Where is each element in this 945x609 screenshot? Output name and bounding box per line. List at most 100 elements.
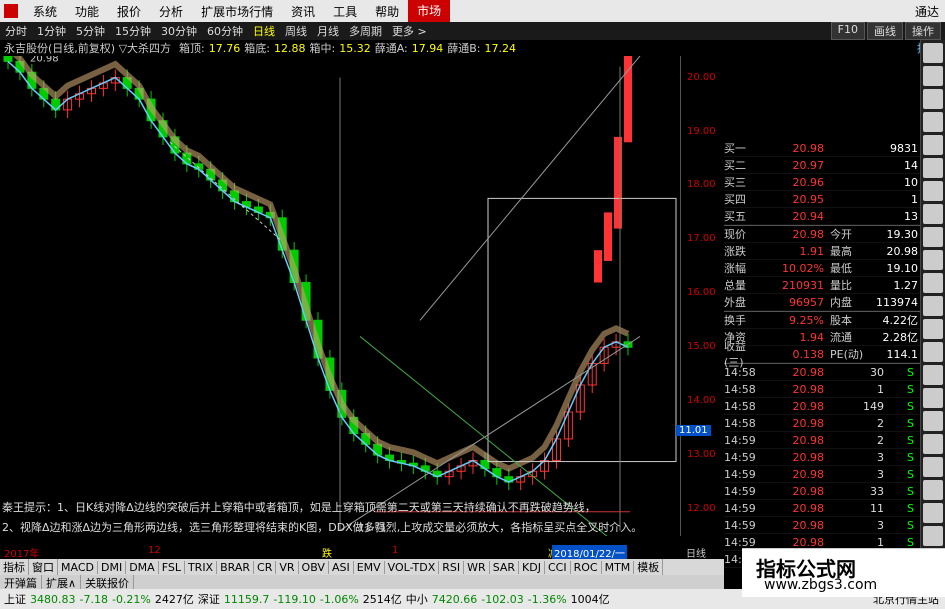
trade-row[interactable]: 14:58 20.98 30 S xyxy=(724,364,920,381)
indicator-tab-9[interactable]: VR xyxy=(276,560,299,574)
toolbar-button-icon[interactable] xyxy=(923,480,943,500)
stat-row[interactable]: 涨幅 10.02% 最低 19.10 xyxy=(724,260,920,277)
sub-tab-1[interactable]: 扩展∧ xyxy=(42,575,82,590)
toolbar-button-icon[interactable] xyxy=(923,457,943,477)
trade-row[interactable]: 14:59 20.98 3 S xyxy=(724,466,920,483)
toolbar-button-icon[interactable] xyxy=(923,43,943,63)
period-5[interactable]: 60分钟 xyxy=(202,23,248,39)
indicator-tab-16[interactable]: SAR xyxy=(490,560,520,574)
stat-row[interactable]: 现价 20.98 今开 19.30 xyxy=(724,226,920,243)
period-9[interactable]: 多周期 xyxy=(344,23,387,39)
menu-item-2[interactable]: 报价 xyxy=(108,3,150,20)
toolbar-button-icon[interactable] xyxy=(923,135,943,155)
indicator-tab-18[interactable]: CCI xyxy=(545,560,571,574)
indicator-tab-1[interactable]: 窗口 xyxy=(29,559,58,575)
toolbar-button-icon[interactable] xyxy=(923,388,943,408)
toolbar-tab-0[interactable]: F10 xyxy=(830,22,865,40)
signal-mark-die: 跌 xyxy=(322,549,332,560)
candle-body-surge xyxy=(604,212,612,261)
period-4[interactable]: 30分钟 xyxy=(156,23,202,39)
trade-row[interactable]: 14:59 20.98 11 S xyxy=(724,500,920,517)
indicator-tab-11[interactable]: ASI xyxy=(329,560,354,574)
bid-row[interactable]: 买一 20.98 9831 xyxy=(724,140,920,157)
indicator-tab-2[interactable]: MACD xyxy=(58,560,98,574)
menu-right[interactable]: 通达 xyxy=(915,3,945,20)
sub-tab-0[interactable]: 开弹篇 xyxy=(0,575,42,590)
toolbar-button-icon[interactable] xyxy=(923,89,943,109)
menu-item-8[interactable]: 市场 xyxy=(408,0,451,22)
menu-item-5[interactable]: 资讯 xyxy=(282,3,324,20)
toolbar-button-icon[interactable] xyxy=(923,319,943,339)
indicator-tab-7[interactable]: BRAR xyxy=(217,560,255,574)
trade-row[interactable]: 14:59 20.98 33 S xyxy=(724,483,920,500)
indicator-tab-19[interactable]: ROC xyxy=(571,560,602,574)
trade-row[interactable]: 14:59 20.98 3 S xyxy=(724,449,920,466)
toolbar-button-icon[interactable] xyxy=(923,66,943,86)
toolbar-tab-1[interactable]: 画线 xyxy=(867,22,903,40)
stat-value-b: 20.98 xyxy=(886,244,919,258)
trade-row[interactable]: 14:58 20.98 149 S xyxy=(724,398,920,415)
indicator-tab-0[interactable]: 指标 xyxy=(0,559,29,575)
menu-item-7[interactable]: 帮助 xyxy=(366,3,408,20)
trade-row[interactable]: 14:58 20.98 1 S xyxy=(724,381,920,398)
fund-row[interactable]: 收益(三) 0.138 PE(动) 114.1 xyxy=(724,340,920,369)
toolbar-tab-2[interactable]: 操作 xyxy=(905,22,941,40)
indicator-tab-13[interactable]: VOL-TDX xyxy=(385,560,440,574)
indicator-tab-17[interactable]: KDJ xyxy=(519,560,545,574)
trade-row[interactable]: 14:58 20.98 2 S xyxy=(724,415,920,432)
stat-row[interactable]: 涨跌 1.91 最高 20.98 xyxy=(724,243,920,260)
indicator-tab-12[interactable]: EMV xyxy=(354,560,385,574)
info-bar: 永吉股份(日线,前复权) ▽大杀四方 箱顶: 17.76 箱底: 12.88 箱中: 15… xyxy=(0,40,945,56)
toolbar-button-icon[interactable] xyxy=(923,204,943,224)
toolbar-button-icon[interactable] xyxy=(923,181,943,201)
bid-row[interactable]: 买四 20.95 1 xyxy=(724,191,920,208)
period-7[interactable]: 周线 xyxy=(280,23,312,39)
bid-row[interactable]: 买五 20.94 13 xyxy=(724,208,920,225)
toolbar-button-icon[interactable] xyxy=(923,526,943,546)
toolbar-button-icon[interactable] xyxy=(923,112,943,132)
trade-row[interactable]: 14:59 20.98 3 S xyxy=(724,517,920,534)
toolbar-button-icon[interactable] xyxy=(923,227,943,247)
indicator-tab-4[interactable]: DMA xyxy=(126,560,159,574)
period-3[interactable]: 15分钟 xyxy=(110,23,156,39)
indicator-tab-21[interactable]: 模板 xyxy=(634,559,664,575)
trade-list[interactable]: 14:58 20.98 30 S 14:58 20.98 1 S 14:58 20.98 149 S 1… xyxy=(724,364,920,568)
indicator-tab-20[interactable]: MTM xyxy=(602,560,635,574)
candlestick-chart[interactable]: 20.9811.71 xyxy=(0,56,680,536)
toolbar-button-icon[interactable] xyxy=(923,296,943,316)
period-10[interactable]: 更多 > xyxy=(387,23,432,39)
stat-value-b: 19.30 xyxy=(886,227,919,241)
trade-row[interactable]: 14:59 20.98 2 S xyxy=(724,432,920,449)
period-2[interactable]: 5分钟 xyxy=(71,23,110,39)
toolbar-button-icon[interactable] xyxy=(923,273,943,293)
fund-row[interactable]: 换手 9.25% 股本 4.22亿 xyxy=(724,312,920,329)
sub-tab-2[interactable]: 关联报价 xyxy=(81,575,135,590)
bid-row[interactable]: 买二 20.97 14 xyxy=(724,157,920,174)
menu-item-3[interactable]: 分析 xyxy=(150,3,192,20)
indicator-tab-3[interactable]: DMI xyxy=(98,560,127,574)
menu-item-1[interactable]: 功能 xyxy=(66,3,108,20)
period-8[interactable]: 月线 xyxy=(312,23,344,39)
indicator-tab-6[interactable]: TRIX xyxy=(185,560,218,574)
indicator-tab-14[interactable]: RSI xyxy=(439,560,465,574)
indicator-tab-8[interactable]: CR xyxy=(254,560,277,574)
toolbar-button-icon[interactable] xyxy=(923,503,943,523)
stat-row[interactable]: 总量 210931 量比 1.27 xyxy=(724,277,920,294)
indicator-tab-5[interactable]: FSL xyxy=(159,560,185,574)
menu-item-6[interactable]: 工具 xyxy=(324,3,366,20)
period-0[interactable]: 分时 xyxy=(0,23,32,39)
menu-item-0[interactable]: 系统 xyxy=(24,3,66,20)
toolbar-button-icon[interactable] xyxy=(923,434,943,454)
indicator-tab-10[interactable]: OBV xyxy=(299,560,329,574)
toolbar-button-icon[interactable] xyxy=(923,411,943,431)
bid-row[interactable]: 买三 20.96 10 xyxy=(724,174,920,191)
period-1[interactable]: 1分钟 xyxy=(32,23,71,39)
menu-item-4[interactable]: 扩展市场行情 xyxy=(192,3,282,20)
toolbar-button-icon[interactable] xyxy=(923,365,943,385)
period-6[interactable]: 日线 xyxy=(248,23,280,39)
toolbar-button-icon[interactable] xyxy=(923,250,943,270)
toolbar-button-icon[interactable] xyxy=(923,158,943,178)
indicator-tab-15[interactable]: WR xyxy=(464,560,490,574)
stat-row[interactable]: 外盘 96957 内盘 113974 xyxy=(724,294,920,311)
toolbar-button-icon[interactable] xyxy=(923,342,943,362)
